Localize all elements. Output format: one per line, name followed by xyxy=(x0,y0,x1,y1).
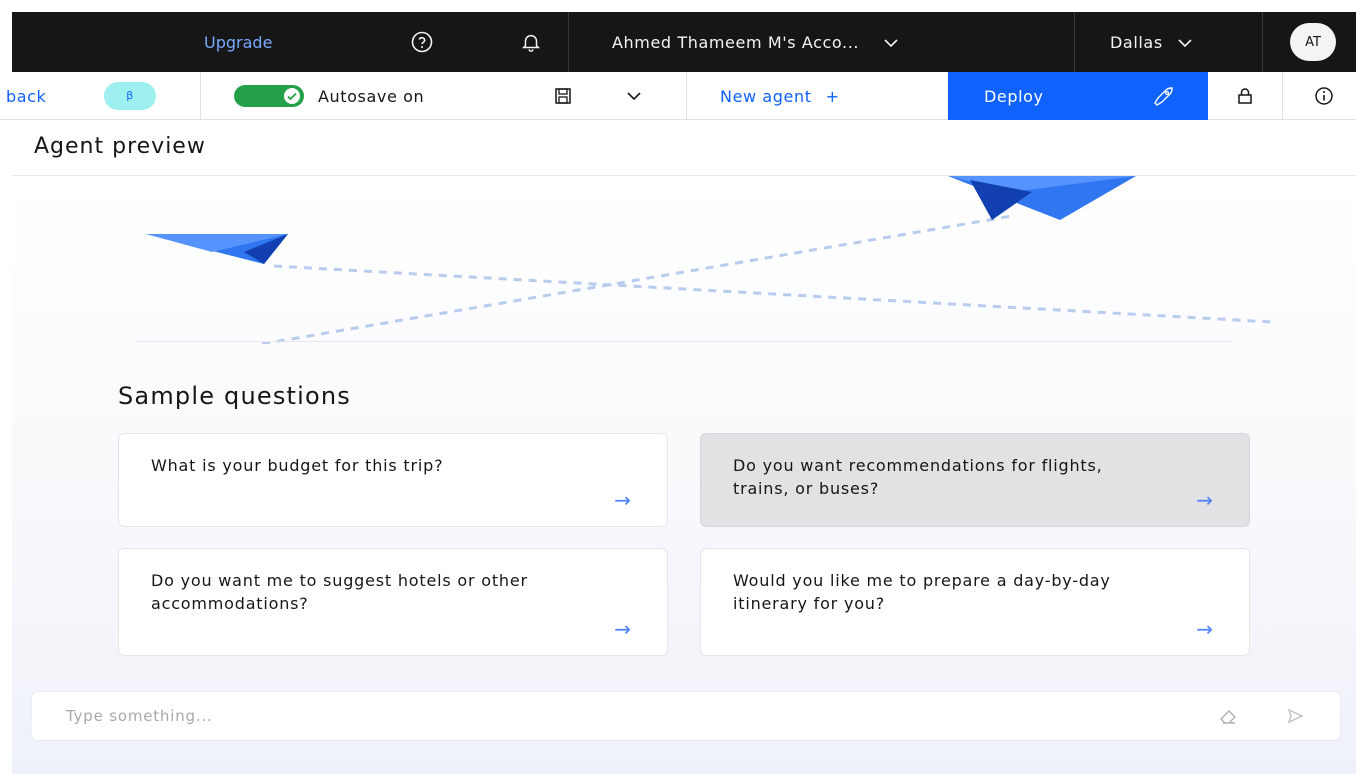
app-root: Upgrade Ahmed Thameem M's Acco... Dallas… xyxy=(0,0,1356,774)
avatar[interactable]: AT xyxy=(1290,23,1336,61)
deploy-label: Deploy xyxy=(984,86,1044,106)
sample-question-card[interactable]: Would you like me to prepare a day-by-da… xyxy=(700,548,1250,656)
new-agent-button[interactable]: New agent + xyxy=(720,72,840,120)
chevron-down-icon xyxy=(1177,33,1193,52)
save-icon[interactable] xyxy=(554,72,572,120)
nav-divider xyxy=(1262,12,1263,72)
sample-question-card[interactable]: Do you want me to suggest hotels or othe… xyxy=(118,548,668,656)
upgrade-link[interactable]: Upgrade xyxy=(204,12,272,72)
sample-questions-title: Sample questions xyxy=(118,382,352,410)
chevron-down-icon xyxy=(883,33,899,52)
region-name: Dallas xyxy=(1110,32,1163,52)
info-icon[interactable] xyxy=(1314,72,1334,120)
plus-icon: + xyxy=(825,86,840,106)
builder-toolbar: back β Autosave on New agent + Deploy xyxy=(0,72,1356,120)
sample-question-text: What is your budget for this trip? xyxy=(151,456,444,475)
account-switcher[interactable]: Ahmed Thameem M's Acco... xyxy=(612,12,899,72)
sample-question-text: Would you like me to prepare a day-by-da… xyxy=(733,571,1111,613)
new-agent-label: New agent xyxy=(720,86,812,106)
nav-divider xyxy=(1074,12,1075,72)
arrow-right-icon: → xyxy=(1196,488,1213,512)
autosave-label: Autosave on xyxy=(318,86,425,106)
preview-header: Agent preview xyxy=(12,120,1356,176)
toolbar-divider xyxy=(686,72,687,120)
clipped-page-heading xyxy=(0,0,1356,12)
chevron-down-icon[interactable] xyxy=(626,72,642,120)
toolbar-divider xyxy=(1282,72,1283,120)
chat-input[interactable] xyxy=(66,692,1166,740)
deploy-button[interactable]: Deploy xyxy=(948,72,1208,120)
nav-divider xyxy=(568,12,569,72)
divider-line xyxy=(136,341,1232,342)
beta-badge: β xyxy=(104,72,156,120)
agent-preview-panel: Sample questions What is your budget for… xyxy=(12,176,1356,774)
sample-question-card[interactable]: Do you want recommendations for flights,… xyxy=(700,433,1250,527)
arrow-right-icon: → xyxy=(1196,617,1213,641)
check-icon xyxy=(284,88,300,104)
sample-question-text: Do you want recommendations for flights,… xyxy=(733,456,1103,498)
back-link[interactable]: back xyxy=(6,72,46,120)
bell-icon[interactable] xyxy=(520,12,542,72)
arrow-right-icon: → xyxy=(614,617,631,641)
account-name: Ahmed Thameem M's Acco... xyxy=(612,32,860,52)
paper-plane-illustration xyxy=(146,176,1273,344)
autosave-toggle[interactable] xyxy=(234,72,304,120)
top-nav-bar: Upgrade Ahmed Thameem M's Acco... Dallas… xyxy=(12,12,1356,72)
sample-question-card[interactable]: What is your budget for this trip? → xyxy=(118,433,668,527)
region-switcher[interactable]: Dallas xyxy=(1110,12,1193,72)
send-icon[interactable] xyxy=(1286,707,1304,729)
rocket-icon xyxy=(1152,86,1174,110)
page-title: Agent preview xyxy=(34,134,206,159)
eraser-icon[interactable] xyxy=(1218,707,1238,729)
toolbar-divider xyxy=(200,72,201,120)
chat-input-bar xyxy=(32,692,1340,740)
help-icon[interactable] xyxy=(410,12,434,72)
sample-question-text: Do you want me to suggest hotels or othe… xyxy=(151,571,528,613)
arrow-right-icon: → xyxy=(614,488,631,512)
lock-icon[interactable] xyxy=(1236,72,1254,120)
